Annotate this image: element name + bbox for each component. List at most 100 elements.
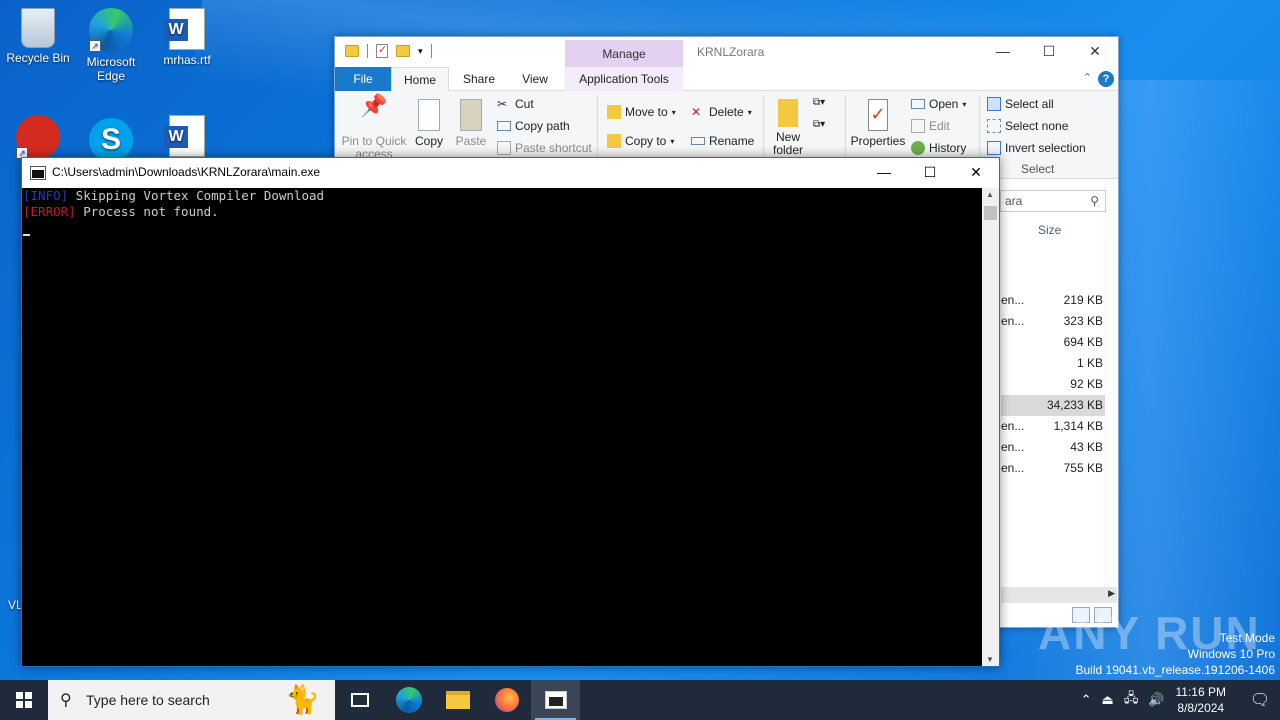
file-size: 43 KB — [1070, 440, 1103, 454]
tab-home[interactable]: Home — [391, 67, 449, 91]
copy-button[interactable]: Copy — [411, 99, 447, 148]
button-label: Paste — [455, 134, 487, 148]
system-tray: ⌃ ⏏ 🖧 🔊 11:16 PM 8/8/2024 🗨 — [1076, 680, 1280, 720]
select-all-button[interactable]: Select all — [987, 97, 1054, 111]
properties-button[interactable]: ✓ Properties — [849, 99, 907, 148]
vertical-scrollbar[interactable]: ▲ ▼ — [982, 188, 999, 666]
button-label: History — [929, 141, 967, 155]
search-input[interactable]: ara — [1000, 190, 1106, 212]
minimize-button[interactable]: — — [861, 158, 907, 188]
table-row[interactable]: 92 KB — [1001, 374, 1105, 395]
pin-quick-access-button[interactable]: 📌 Pin to Quick access — [341, 93, 407, 161]
easy-access-button[interactable]: ⧉▾ — [813, 119, 825, 130]
button-label: Invert selection — [1005, 141, 1086, 155]
history-button[interactable]: History — [911, 141, 966, 155]
desktop-icon-mrhas[interactable]: mrhas.rtf — [149, 8, 225, 67]
button-label: Copy to — [625, 134, 667, 148]
desktop-icon-edge[interactable]: ↗ Microsoft Edge — [73, 8, 149, 83]
scrollbar-thumb[interactable] — [984, 206, 997, 220]
ribbon-tabs: File Home Share View Application Tools ⌃… — [335, 67, 1118, 91]
file-explorer-icon — [445, 691, 470, 709]
chevron-down-icon[interactable]: ▾ — [418, 46, 423, 57]
clock[interactable]: 11:16 PM 8/8/2024 — [1176, 684, 1226, 716]
tab-view[interactable]: View — [513, 67, 557, 91]
task-view-button[interactable] — [335, 680, 384, 720]
history-icon — [911, 141, 925, 155]
tab-file[interactable]: File — [335, 67, 391, 91]
chevron-down-icon: ▾ — [671, 107, 676, 117]
column-header-size[interactable]: Size — [1038, 223, 1061, 237]
taskbar-search[interactable]: ⚲ Type here to search 🐈 — [48, 680, 335, 720]
search-icon: ⚲ — [60, 692, 72, 709]
new-item-button[interactable]: ⧉▾ — [813, 97, 825, 108]
volume-icon[interactable]: 🔊 — [1148, 692, 1164, 708]
new-folder-button[interactable]: New folder — [767, 99, 809, 157]
edit-button[interactable]: Edit — [911, 119, 950, 133]
scroll-up-icon[interactable]: ▲ — [986, 190, 994, 199]
console-line: [INFO] Skipping Vortex Compiler Download — [23, 188, 982, 204]
desktop-icon-ccleaner[interactable]: ↗ — [0, 115, 76, 162]
tab-share[interactable]: Share — [457, 67, 501, 91]
divider — [430, 44, 432, 58]
scroll-down-icon[interactable]: ▼ — [986, 655, 994, 664]
notification-center-icon[interactable]: 🗨 — [1240, 680, 1280, 720]
usb-icon[interactable]: ⏏ — [1102, 692, 1114, 708]
close-button[interactable]: ✕ — [953, 158, 999, 188]
maximize-button[interactable]: ☐ — [907, 158, 953, 188]
button-label: Open — [929, 97, 959, 111]
properties-icon: ✓ — [868, 99, 888, 131]
taskbar-firefox[interactable] — [482, 680, 531, 720]
move-to-button[interactable]: Move to ▾ — [607, 105, 676, 119]
table-row[interactable]: en... 219 KB — [1001, 290, 1105, 311]
open-icon — [911, 99, 925, 109]
new-folder-icon — [778, 99, 798, 127]
table-row[interactable]: en... 1,314 KB — [1001, 416, 1105, 437]
word-document-icon — [164, 8, 205, 50]
copy-to-button[interactable]: Copy to ▾ — [607, 134, 674, 148]
tab-manage[interactable]: Manage — [565, 40, 683, 67]
console-window[interactable]: C:\Users\admin\Downloads\KRNLZorara\main… — [21, 157, 1000, 667]
new-folder-icon[interactable] — [396, 45, 410, 57]
maximize-button[interactable]: ☐ — [1026, 37, 1072, 67]
button-label: Select none — [1005, 119, 1069, 133]
ccleaner-icon: ↗ — [16, 115, 60, 159]
paste-shortcut-button[interactable]: Paste shortcut — [497, 141, 592, 155]
delete-button[interactable]: ✕ Delete ▾ — [691, 105, 752, 119]
invert-selection-button[interactable]: Invert selection — [987, 141, 1086, 155]
console-titlebar[interactable]: C:\Users\admin\Downloads\KRNLZorara\main… — [22, 158, 999, 188]
copy-path-button[interactable]: Copy path — [497, 119, 570, 133]
taskbar-edge[interactable] — [384, 680, 433, 720]
start-button[interactable] — [0, 680, 48, 720]
table-row[interactable]: 1 KB — [1001, 353, 1105, 374]
taskbar-console[interactable] — [531, 680, 580, 720]
console-output[interactable]: [INFO] Skipping Vortex Compiler Download… — [22, 188, 982, 666]
desktop-icon-word-doc[interactable] — [149, 115, 225, 160]
network-icon[interactable]: 🖧 — [1124, 689, 1139, 711]
new-item-icon: ⧉▾ — [813, 97, 826, 108]
table-row-selected[interactable]: 34,233 KB — [1001, 395, 1105, 416]
tab-application-tools[interactable]: Application Tools — [565, 67, 683, 91]
pin-icon: 📌 — [360, 93, 388, 118]
minimize-button[interactable]: — — [980, 37, 1026, 67]
explorer-titlebar[interactable]: ▾ Manage KRNLZorara — ☐ ✕ — [335, 37, 1118, 67]
desktop-icon-recycle-bin[interactable]: Recycle Bin — [0, 8, 76, 65]
select-none-button[interactable]: Select none — [987, 119, 1068, 133]
table-row[interactable]: en... 755 KB — [1001, 458, 1105, 479]
close-button[interactable]: ✕ — [1072, 37, 1118, 67]
chevron-up-icon[interactable]: ⌃ — [1081, 692, 1092, 708]
rename-button[interactable]: Rename — [691, 134, 754, 148]
cut-button[interactable]: ✂ Cut — [497, 97, 534, 111]
table-row[interactable]: en... 43 KB — [1001, 437, 1105, 458]
table-row[interactable]: en... 323 KB — [1001, 311, 1105, 332]
horizontal-scrollbar[interactable] — [1001, 587, 1117, 603]
table-row[interactable]: 694 KB — [1001, 332, 1105, 353]
edge-icon — [395, 687, 422, 713]
folder-icon[interactable] — [345, 45, 359, 57]
paste-button[interactable]: Paste — [451, 99, 491, 148]
taskbar-file-explorer[interactable] — [433, 680, 482, 720]
file-type: en... — [1001, 440, 1025, 454]
open-button[interactable]: Open ▾ — [911, 97, 966, 111]
help-icon[interactable]: ? — [1098, 71, 1114, 87]
properties-icon[interactable] — [376, 43, 388, 58]
collapse-ribbon-icon[interactable]: ⌃ — [1083, 71, 1092, 84]
